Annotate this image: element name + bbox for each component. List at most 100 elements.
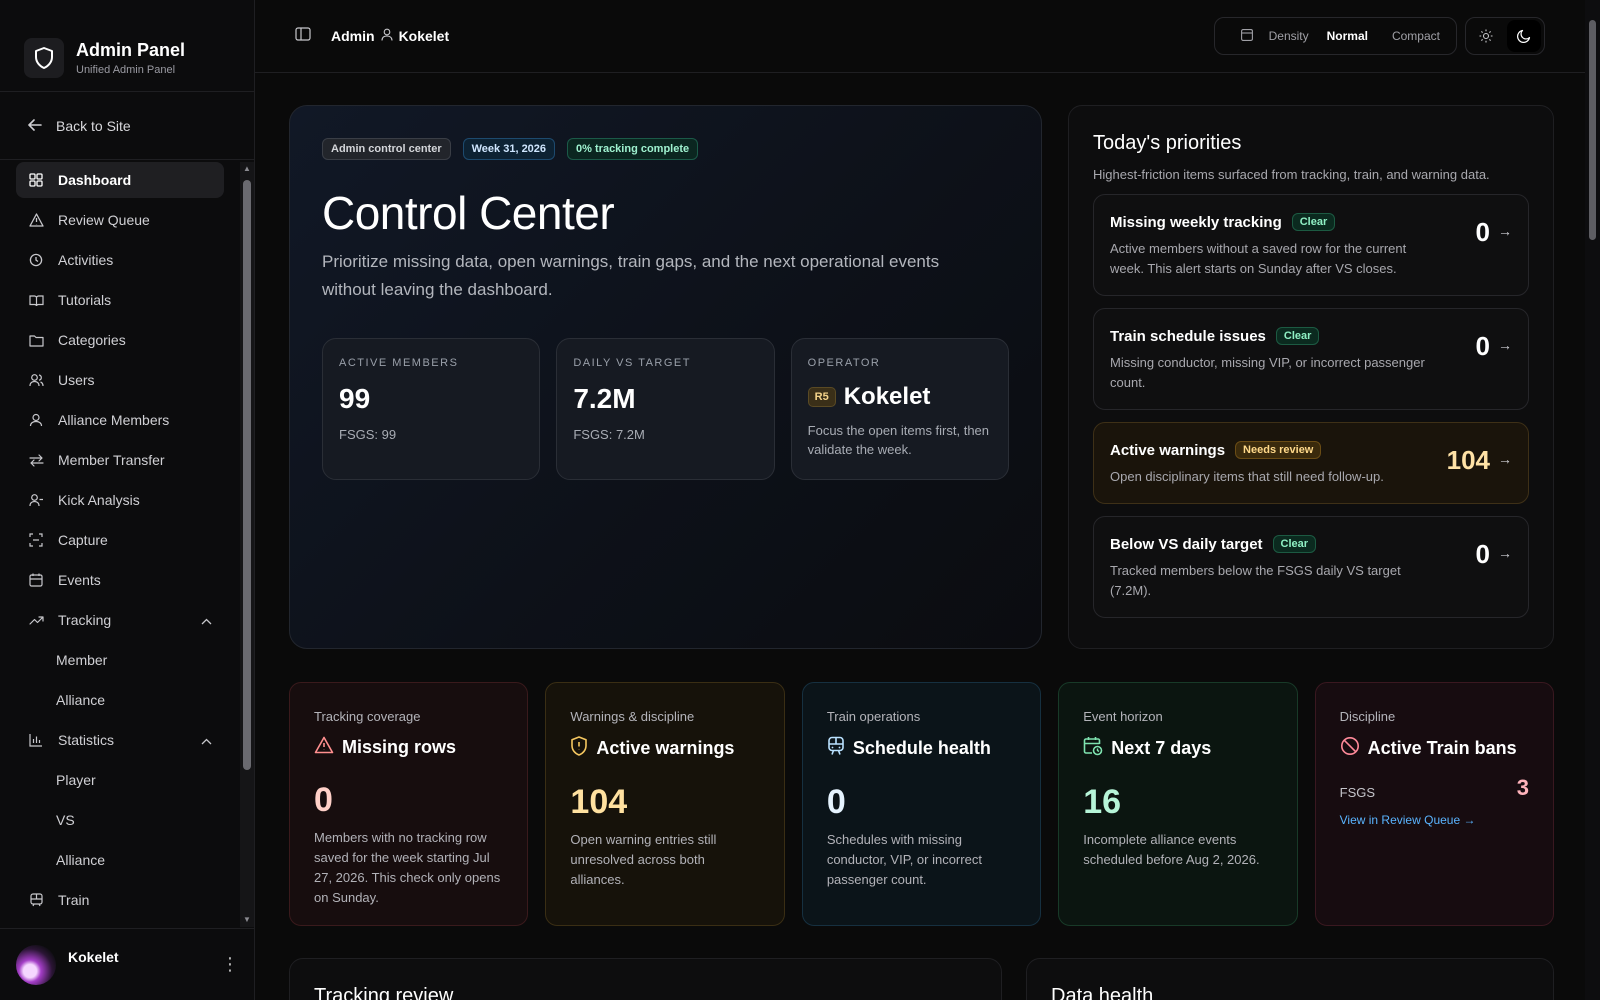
breadcrumb-root[interactable]: Admin <box>331 28 375 44</box>
data-health-panel: Data health <box>1026 958 1554 1000</box>
priority-desc: Open disciplinary items that still need … <box>1110 469 1384 484</box>
sidebar-item-capture[interactable]: Capture <box>16 522 224 558</box>
status-badge: Clear <box>1275 327 1320 345</box>
sidebar-item-statistics-vs[interactable]: VS <box>16 802 224 838</box>
card-discipline[interactable]: Discipline Active Train bans FSGS 3 View… <box>1314 682 1555 926</box>
arrow-right-icon[interactable]: → <box>1498 451 1512 467</box>
arrow-right-icon[interactable]: → <box>1498 545 1512 561</box>
stat-operator: OPERATOR R5 Kokelet Focus the open items… <box>790 338 1009 480</box>
sidebar-item-member-transfer[interactable]: Member Transfer <box>16 442 224 478</box>
sidebar-item-categories[interactable]: Categories <box>16 322 224 358</box>
card-value: 16 <box>1083 783 1122 821</box>
arrow-right-icon[interactable]: → <box>1498 337 1512 353</box>
stat-sub: FSGS: 99 <box>339 427 397 442</box>
card-tracking-coverage[interactable]: Tracking coverage Missing rows 0 Members… <box>289 682 529 926</box>
sidebar-item-activities[interactable]: Activities <box>16 242 224 278</box>
panel-title: Data health <box>1051 985 1154 1000</box>
sidebar-item-tracking-alliance[interactable]: Alliance <box>16 682 224 718</box>
train-icon <box>28 892 44 908</box>
ban-row: FSGS 3 <box>1340 775 1529 801</box>
chevron-up-icon[interactable] <box>201 612 212 628</box>
rank-badge: R5 <box>807 387 836 407</box>
sidebar-toggle-icon[interactable] <box>295 26 311 46</box>
sidebar-item-statistics[interactable]: Statistics <box>16 722 224 758</box>
train-icon <box>827 736 845 761</box>
priority-title: Missing weekly tracking <box>1110 213 1282 231</box>
stat-value: 7.2M <box>573 383 636 414</box>
todays-priorities-panel: Today's priorities Highest-friction item… <box>1068 105 1554 649</box>
layout-icon <box>1231 23 1263 50</box>
operator-name: Kokelet <box>843 383 931 410</box>
badge-week: Week 31, 2026 <box>462 138 556 160</box>
hero-stats: ACTIVE MEMBERS 99 FSGS: 99 DAILY VS TARG… <box>322 338 1009 480</box>
sidebar-item-alliance-members[interactable]: Alliance Members <box>16 402 224 438</box>
card-warnings-discipline[interactable]: Warnings & discipline Active warnings 10… <box>545 682 785 926</box>
card-title: Active Train bans <box>1367 738 1517 758</box>
sidebar-item-dashboard[interactable]: Dashboard <box>16 162 224 198</box>
priorities-subtitle: Highest-friction items surfaced from tra… <box>1093 167 1490 182</box>
sidebar-item-label: Statistics <box>58 732 115 748</box>
sidebar-item-train[interactable]: Train <box>16 882 224 918</box>
sidebar-item-tracking[interactable]: Tracking <box>16 602 224 638</box>
priority-train-schedule-issues[interactable]: Train schedule issues Clear Missing condu… <box>1093 308 1529 410</box>
sidebar-item-statistics-alliance[interactable]: Alliance <box>16 842 224 878</box>
density-compact-button[interactable]: Compact <box>1382 23 1450 49</box>
top-header: Admin Kokelet Density Normal Compact <box>255 0 1585 73</box>
bar-chart-icon <box>28 732 44 748</box>
moon-icon[interactable] <box>1507 20 1541 52</box>
user-footer[interactable]: Kokelet ⋮ <box>0 928 255 1000</box>
priority-title: Below VS daily target <box>1110 535 1263 553</box>
breadcrumb-user[interactable]: Kokelet <box>399 28 450 44</box>
trend-icon <box>28 612 44 628</box>
chevron-up-icon[interactable] <box>201 732 212 748</box>
card-desc: Schedules with missing conductor, VIP, o… <box>826 832 982 887</box>
sidebar-scroll-thumb[interactable] <box>243 180 251 770</box>
back-label: Back to Site <box>56 117 131 134</box>
priority-below-vs-target[interactable]: Below VS daily target Clear Tracked membe… <box>1093 516 1529 618</box>
page-scroll-thumb[interactable] <box>1589 20 1596 240</box>
scroll-up-icon[interactable]: ▲ <box>242 164 252 174</box>
card-desc: Incomplete alliance events scheduled bef… <box>1083 832 1260 867</box>
card-event-horizon[interactable]: Event horizon Next 7 days 16 Incomplete … <box>1058 682 1298 926</box>
sun-icon[interactable] <box>1469 20 1503 52</box>
stat-sub: FSGS: 7.2M <box>573 427 645 442</box>
sidebar-item-statistics-player[interactable]: Player <box>16 762 224 798</box>
card-train-operations[interactable]: Train operations Schedule health 0 Sched… <box>801 682 1042 926</box>
priority-title: Train schedule issues <box>1110 327 1266 345</box>
sidebar-scrollbar[interactable]: ▲ ▼ <box>240 162 254 927</box>
stat-daily-vs-target: DAILY VS TARGET 7.2M FSGS: 7.2M <box>556 338 775 480</box>
control-center-hero: Admin control center Week 31, 2026 0% tr… <box>289 105 1042 649</box>
page-scrollbar[interactable] <box>1585 0 1600 1000</box>
priority-missing-weekly-tracking[interactable]: Missing weekly tracking Clear Active memb… <box>1093 194 1529 296</box>
sidebar-item-label: Categories <box>58 332 126 348</box>
sidebar-item-tracking-member[interactable]: Member <box>16 642 224 678</box>
book-icon <box>28 292 44 308</box>
sidebar-item-label: Dashboard <box>58 172 132 188</box>
more-vertical-icon[interactable]: ⋮ <box>221 954 239 975</box>
user-name: Kokelet <box>68 948 119 965</box>
priority-active-warnings[interactable]: Active warnings Needs review Open discipl… <box>1093 422 1529 504</box>
transfer-icon <box>28 452 44 468</box>
arrow-right-icon[interactable]: → <box>1498 223 1512 239</box>
sidebar-item-tutorials[interactable]: Tutorials <box>16 282 224 318</box>
history-icon <box>28 252 44 268</box>
view-review-queue-link[interactable]: View in Review Queue → <box>1340 813 1529 827</box>
sidebar-item-label: Member <box>56 652 108 668</box>
sidebar-item-events[interactable]: Events <box>16 562 224 598</box>
avatar[interactable] <box>16 944 56 985</box>
sidebar-item-review-queue[interactable]: Review Queue <box>16 202 224 238</box>
card-title: Schedule health <box>852 738 991 758</box>
badge-tracking: 0% tracking complete <box>567 138 699 160</box>
sidebar-item-kick-analysis[interactable]: Kick Analysis <box>16 482 224 518</box>
density-normal-button[interactable]: Normal <box>1317 23 1378 49</box>
ban-icon <box>1340 736 1360 761</box>
sidebar-item-users[interactable]: Users <box>16 362 224 398</box>
status-badge: Needs review <box>1235 441 1322 459</box>
scroll-down-icon[interactable]: ▼ <box>242 915 252 925</box>
tracking-review-panel: Tracking review <box>289 958 1002 1000</box>
card-eyebrow: Event horizon <box>1083 709 1163 724</box>
sidebar-item-label: Tutorials <box>58 292 112 308</box>
back-to-site-link[interactable]: Back to Site <box>0 92 254 160</box>
priority-title: Active warnings <box>1110 441 1226 459</box>
card-eyebrow: Train operations <box>826 709 921 724</box>
